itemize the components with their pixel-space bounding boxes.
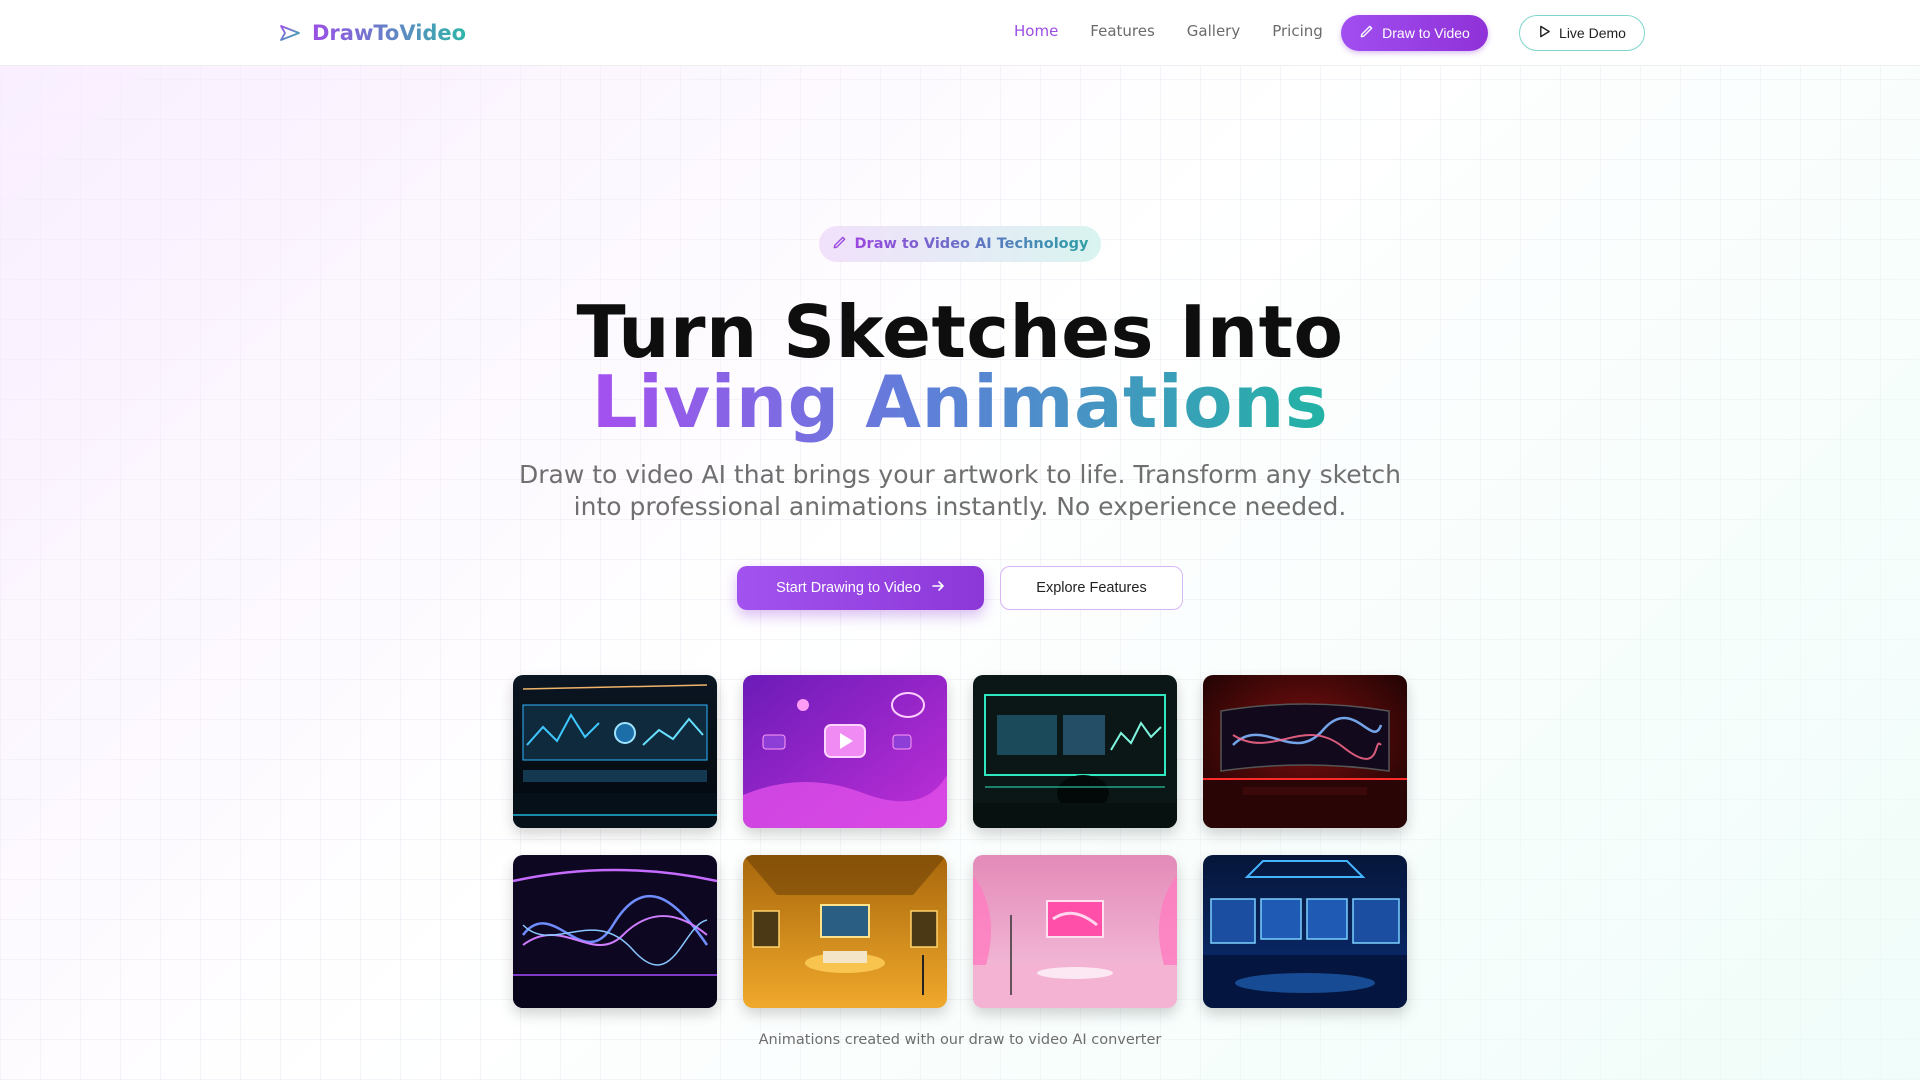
pencil-icon	[1359, 24, 1374, 42]
live-demo-button[interactable]: Live Demo	[1519, 15, 1645, 51]
live-demo-label: Live Demo	[1559, 25, 1626, 41]
nav-link-gallery[interactable]: Gallery	[1187, 22, 1240, 40]
technology-badge: Draw to Video AI Technology	[819, 226, 1101, 262]
brand-name: DrawToVideo	[312, 21, 467, 45]
nav-links: Home Features Gallery Pricing	[1014, 22, 1323, 40]
gallery-tile-2[interactable]	[743, 675, 947, 828]
animation-gallery	[513, 675, 1407, 1013]
nav-link-pricing[interactable]: Pricing	[1272, 22, 1323, 40]
gallery-tile-1[interactable]	[513, 675, 717, 828]
play-icon	[1538, 25, 1551, 41]
badge-label: Draw to Video AI Technology	[854, 236, 1089, 252]
explore-features-button[interactable]: Explore Features	[1000, 566, 1183, 610]
gallery-tile-7[interactable]	[973, 855, 1177, 1008]
nav-link-home[interactable]: Home	[1014, 22, 1058, 40]
hero-title-gradient: Living Animations	[591, 360, 1329, 444]
hero-title-line2: Living Animations	[0, 360, 1920, 444]
brand-logo[interactable]: DrawToVideo	[278, 18, 466, 48]
hero-subtitle: Draw to video AI that brings your artwor…	[518, 460, 1402, 521]
gallery-tile-4[interactable]	[1203, 675, 1407, 828]
paper-plane-icon	[278, 21, 302, 45]
gallery-tile-6[interactable]	[743, 855, 947, 1008]
hero-section: Draw to Video AI Technology Turn Sketche…	[0, 66, 1920, 1080]
top-navbar: DrawToVideo Home Features Gallery Pricin…	[0, 0, 1920, 66]
gallery-tile-3[interactable]	[973, 675, 1177, 828]
pencil-icon	[832, 235, 847, 254]
nav-link-features[interactable]: Features	[1090, 22, 1155, 40]
gallery-tile-5[interactable]	[513, 855, 717, 1008]
start-drawing-label: Start Drawing to Video	[776, 580, 921, 596]
gallery-caption: Animations created with our draw to vide…	[758, 1032, 1162, 1048]
draw-to-video-label: Draw to Video	[1382, 25, 1470, 41]
start-drawing-button[interactable]: Start Drawing to Video	[737, 566, 984, 610]
draw-to-video-button[interactable]: Draw to Video	[1341, 15, 1488, 51]
arrow-right-icon	[931, 579, 945, 597]
gallery-tile-8[interactable]	[1203, 855, 1407, 1008]
